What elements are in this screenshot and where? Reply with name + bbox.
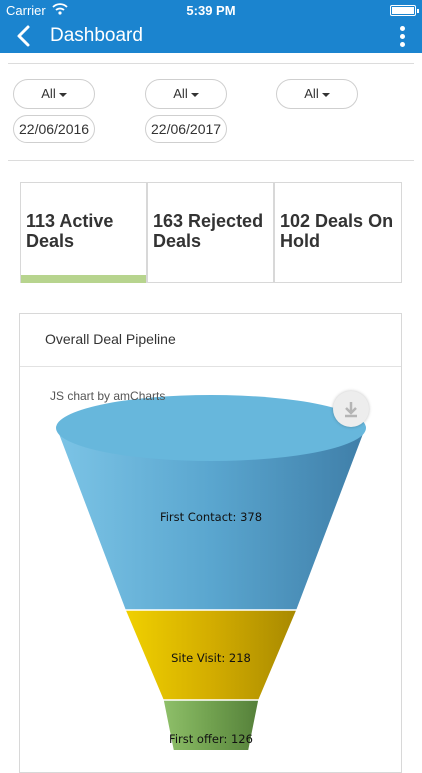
chart-credit[interactable]: JS chart by amCharts xyxy=(50,389,165,403)
download-button[interactable] xyxy=(333,391,369,427)
funnel-label: Site Visit: 218 xyxy=(171,651,251,665)
funnel-label: First Contact: 378 xyxy=(160,510,262,524)
download-icon xyxy=(345,402,357,418)
funnel-chart: First Contact: 378 Site Visit: 218 First o… xyxy=(54,395,368,750)
funnel-top-ellipse xyxy=(56,395,366,461)
funnel-label: First offer: 126 xyxy=(169,732,253,746)
